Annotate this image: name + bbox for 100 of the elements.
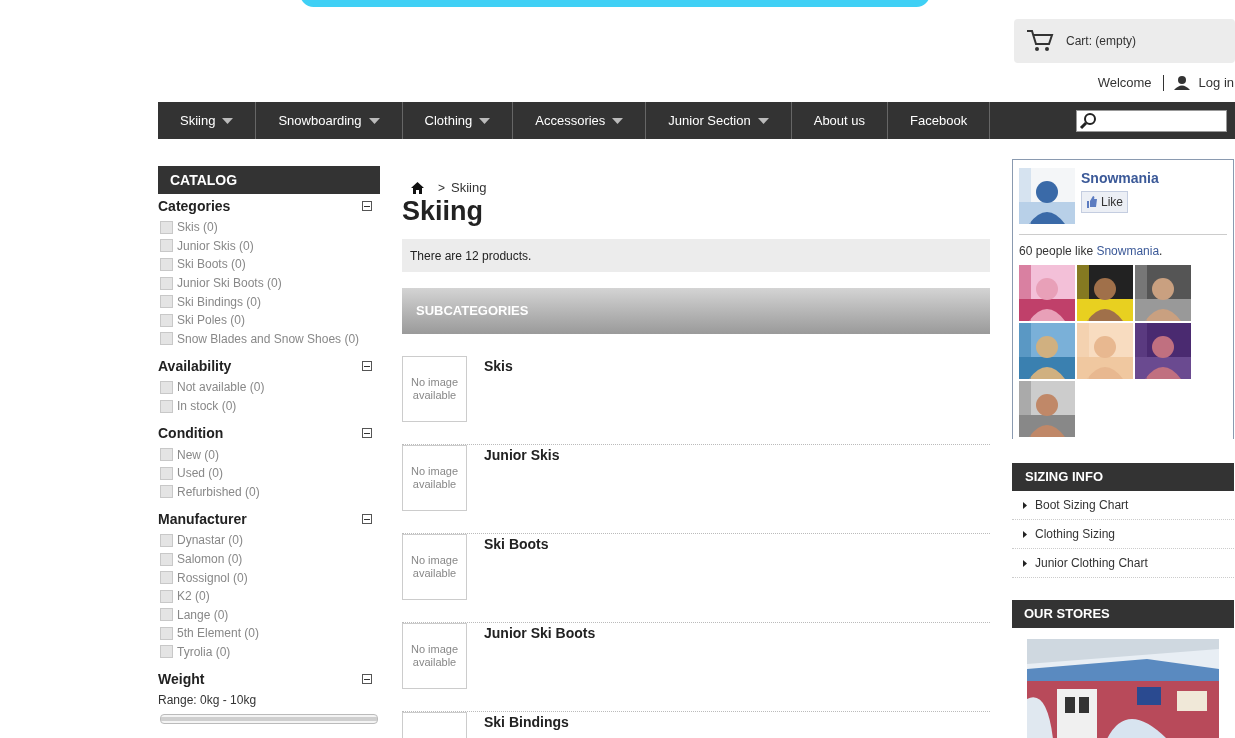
filter-option[interactable]: Ski Boots (0) (177, 255, 246, 274)
checkbox[interactable] (160, 295, 173, 309)
no-image-placeholder[interactable]: No image available (402, 623, 467, 689)
bullet-icon (1023, 559, 1027, 567)
collapse-icon[interactable] (362, 201, 372, 211)
subcategory-link[interactable]: Ski Boots (484, 534, 549, 622)
checkbox[interactable] (160, 313, 173, 327)
filter-option[interactable]: Tyrolia (0) (177, 643, 231, 661)
checkbox[interactable] (160, 276, 173, 290)
subcategories-header: SUBCATEGORIES (402, 288, 990, 334)
checkbox[interactable] (160, 645, 173, 659)
bullet-icon (1023, 501, 1027, 509)
caret-icon (612, 117, 624, 124)
filter-option[interactable]: Dynastar (0) (177, 531, 244, 550)
product-count-bar: There are 12 products. (402, 239, 990, 272)
no-image-text: No image available (409, 554, 460, 580)
catalog-header: CATALOG (158, 166, 380, 194)
nav-item[interactable]: Snowboarding (256, 102, 403, 139)
nav-item[interactable]: Skiing (158, 102, 257, 139)
search-field[interactable] (1076, 109, 1227, 132)
range-text: Range: 0kg - 10kg (158, 692, 258, 710)
checkbox[interactable] (160, 552, 173, 566)
checkbox[interactable] (160, 485, 173, 499)
filter-option[interactable]: Not available (0) (177, 378, 265, 397)
no-image-text: No image available (409, 643, 460, 669)
filter-option[interactable]: K2 (0) (177, 587, 210, 606)
collapse-icon[interactable] (362, 514, 372, 525)
filter-option[interactable]: Ski Poles (0) (177, 311, 246, 330)
filter-heading: Categories (158, 196, 231, 216)
filter-heading: Weight (158, 669, 205, 689)
likes-text: 60 people like Snowmania. (1019, 243, 1164, 260)
user-icon (1173, 75, 1190, 90)
thumbs-up-icon (1086, 196, 1098, 208)
caret-icon (757, 117, 769, 124)
checkbox[interactable] (160, 448, 173, 462)
no-image-placeholder[interactable]: No image available (402, 534, 467, 600)
no-image-placeholder[interactable]: No image available (402, 356, 467, 422)
filter-option[interactable]: 5th Element (0) (177, 624, 260, 643)
checkbox[interactable] (160, 466, 173, 480)
sizing-info-header: SIZING INFO (1012, 463, 1234, 491)
collapse-icon[interactable] (362, 361, 372, 372)
like-button[interactable]: Like (1081, 191, 1128, 213)
checkbox[interactable] (160, 571, 173, 585)
page-name-link[interactable]: Snowmania (1081, 168, 1159, 189)
subcategory-link[interactable]: Ski Bindings (484, 712, 569, 738)
filter-heading: Condition (158, 423, 224, 443)
nav-item[interactable]: Clothing (402, 102, 514, 139)
filter-option[interactable]: Junior Skis (0) (177, 236, 254, 255)
checkbox[interactable] (160, 239, 173, 253)
caret-icon (222, 117, 234, 124)
filter-option[interactable]: Skis (0) (177, 218, 218, 237)
filter-option[interactable]: Salomon (0) (177, 550, 243, 568)
sizing-link[interactable]: Clothing Sizing (1035, 525, 1116, 543)
filter-option[interactable]: Lange (0) (177, 605, 229, 624)
filter-option[interactable]: Ski Bindings (0) (177, 292, 262, 311)
nav-item[interactable]: Facebook (888, 102, 991, 139)
checkbox[interactable] (160, 626, 173, 640)
subcategory-link[interactable]: Junior Ski Boots (484, 623, 596, 711)
home-icon[interactable] (411, 182, 424, 194)
nav-item[interactable]: About us (791, 102, 889, 139)
nav-item[interactable]: Accessories (513, 102, 647, 139)
no-image-text: No image available (409, 376, 460, 402)
cart-label: Cart: (empty) (1066, 33, 1136, 50)
filter-heading: Manufacturer (158, 509, 247, 529)
cart-box[interactable]: Cart: (empty) (1014, 19, 1235, 63)
sizing-link[interactable]: Boot Sizing Chart (1035, 496, 1129, 514)
checkbox[interactable] (160, 380, 173, 394)
search-icon (1079, 111, 1097, 130)
filter-option[interactable]: Rossignol (0) (177, 568, 248, 587)
nav-item[interactable]: Junior Section (646, 102, 792, 139)
checkbox[interactable] (160, 332, 173, 346)
filter-option[interactable]: Refurbished (0) (177, 482, 260, 501)
filter-option[interactable]: In stock (0) (177, 397, 237, 416)
caret-icon (368, 117, 380, 124)
subcategory-link[interactable]: Junior Skis (484, 445, 560, 533)
checkbox[interactable] (160, 608, 173, 622)
filter-heading: Availability (158, 356, 232, 376)
bullet-icon (1023, 530, 1027, 538)
checkbox[interactable] (160, 399, 173, 413)
checkbox[interactable] (160, 533, 173, 547)
subcategory-link[interactable]: Skis (484, 356, 513, 444)
breadcrumb-separator: > (438, 180, 445, 197)
collapse-icon[interactable] (362, 674, 372, 685)
our-stores-header: OUR STORES (1012, 600, 1234, 628)
filter-option[interactable]: Snow Blades and Snow Shoes (0) (177, 329, 360, 348)
no-image-placeholder[interactable]: No image available (402, 445, 467, 511)
page-title: Skiing (402, 198, 484, 225)
login-link[interactable]: Log in (1198, 73, 1234, 93)
filter-option[interactable]: Used (0) (177, 464, 223, 483)
filter-option[interactable]: New (0) (177, 445, 219, 464)
caret-icon (479, 117, 491, 124)
sizing-link[interactable]: Junior Clothing Chart (1035, 554, 1148, 572)
checkbox[interactable] (160, 589, 173, 603)
breadcrumb-current: Skiing (451, 179, 487, 198)
cart-icon (1026, 29, 1054, 53)
filter-option[interactable]: Junior Ski Boots (0) (177, 274, 282, 293)
checkbox[interactable] (160, 220, 173, 234)
no-image-text: No image available (409, 465, 460, 491)
checkbox[interactable] (160, 258, 173, 271)
collapse-icon[interactable] (362, 428, 372, 439)
